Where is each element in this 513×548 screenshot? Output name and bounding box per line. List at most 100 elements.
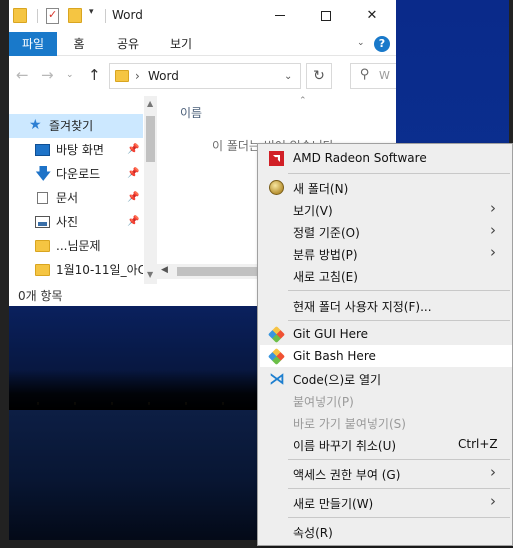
folder-icon — [35, 264, 50, 276]
menu-item-give-access[interactable]: 액세스 권한 부여 (G) › — [260, 462, 512, 484]
menu-item-label: 바로 가기 붙여넣기(S) — [293, 417, 406, 431]
menu-item-customize-folder[interactable]: 현재 폴더 사용자 지정(F)... — [260, 294, 512, 316]
menu-item-refresh[interactable]: 새로 고침(E) — [260, 264, 512, 286]
menu-item-label: 현재 폴더 사용자 지정(F)... — [293, 300, 432, 314]
nav-item-pictures[interactable]: 사진 📌 — [9, 210, 143, 234]
breadcrumb-word[interactable]: Word — [148, 69, 179, 83]
folder-icon[interactable] — [13, 8, 27, 23]
pin-icon: 📌 — [127, 216, 140, 227]
back-arrow-icon[interactable]: ← — [16, 66, 29, 84]
nav-item-documents[interactable]: 문서 📌 — [9, 186, 143, 210]
git-icon — [268, 348, 285, 365]
address-dropdown-icon[interactable]: ⌄ — [284, 71, 292, 82]
scroll-down-icon[interactable]: ▼ — [147, 270, 153, 279]
maximize-icon — [321, 10, 331, 21]
pin-icon: 📌 — [127, 168, 140, 179]
breadcrumb-chevron-icon[interactable]: › — [135, 69, 140, 83]
search-input[interactable]: ⚲ W — [350, 63, 396, 89]
menu-separator — [288, 290, 510, 291]
menu-separator — [288, 459, 510, 460]
pin-icon: 📌 — [127, 192, 140, 203]
scroll-left-icon[interactable]: ◀ — [161, 265, 168, 275]
sort-ascending-icon: ⌃ — [299, 96, 307, 106]
menu-item-new[interactable]: 새로 만들기(W) › — [260, 491, 512, 513]
search-placeholder: W — [379, 69, 390, 82]
menu-item-git-gui-here[interactable]: Git GUI Here — [260, 323, 512, 345]
expand-ribbon-icon[interactable]: ⌄ — [357, 38, 365, 48]
minimize-button[interactable] — [257, 0, 303, 32]
forward-arrow-icon[interactable]: → — [41, 66, 54, 84]
scrollbar-thumb[interactable] — [146, 116, 155, 162]
refresh-icon: ↻ — [313, 68, 325, 84]
new-folder-icon — [269, 180, 284, 195]
menu-item-label: 새로 고침(E) — [293, 270, 358, 284]
nav-item-desktop[interactable]: 바탕 화면 📌 — [9, 138, 143, 162]
menu-item-label: 붙여넣기(P) — [293, 395, 354, 409]
menu-item-git-bash-here[interactable]: Git Bash Here — [260, 345, 512, 367]
folder-icon — [35, 240, 50, 252]
submenu-arrow-icon: › — [490, 492, 496, 510]
navigation-pane: ★ 즐겨찾기 바탕 화면 📌 🡇 다운로드 📌 문서 📌 사진 📌 ...님문제 — [9, 96, 157, 284]
pictures-icon — [35, 216, 50, 228]
close-button[interactable]: ✕ — [349, 0, 395, 32]
menu-item-paste-shortcut[interactable]: 바로 가기 붙여넣기(S) — [260, 411, 512, 433]
menu-item-label: Code(으)로 열기 — [293, 373, 382, 387]
menu-item-group-by[interactable]: 분류 방법(P) › — [260, 242, 512, 264]
nav-item-label: 1월10-11일_아C — [56, 263, 143, 277]
item-count: 0개 항목 — [18, 289, 63, 303]
menu-item-open-with-code[interactable]: ⋊ Code(으)로 열기 — [260, 367, 512, 389]
menu-separator — [288, 173, 510, 174]
scroll-up-icon[interactable]: ▲ — [147, 99, 153, 108]
nav-item-label: ...님문제 — [56, 239, 101, 253]
menu-item-amd-radeon-software[interactable]: AMD Radeon Software — [260, 147, 512, 169]
menu-item-view[interactable]: 보기(V) › — [260, 198, 512, 220]
nav-item-folder[interactable]: ...님문제 — [9, 234, 143, 258]
submenu-arrow-icon: › — [490, 221, 496, 239]
menu-item-shortcut: Ctrl+Z — [458, 437, 498, 451]
screen-border-left — [0, 0, 9, 548]
menu-item-properties[interactable]: 속성(R) — [260, 520, 512, 542]
menu-item-undo-rename[interactable]: 이름 바꾸기 취소(U) Ctrl+Z — [260, 433, 512, 455]
close-icon: ✕ — [366, 8, 378, 23]
vscode-icon: ⋊ — [269, 369, 285, 388]
menu-item-label: 액세스 권한 부여 (G) — [293, 468, 401, 482]
git-icon — [268, 326, 285, 343]
menu-item-label: AMD Radeon Software — [293, 151, 427, 165]
nav-item-folder[interactable]: 1월10-11일_아C — [9, 258, 143, 282]
menu-item-sort-by[interactable]: 정렬 기준(O) › — [260, 220, 512, 242]
tab-file[interactable]: 파일 — [9, 32, 57, 56]
nav-item-label: 다운로드 — [56, 167, 101, 181]
amd-icon — [269, 151, 284, 166]
quick-access-dropdown-icon[interactable]: ▾ — [89, 7, 94, 17]
menu-item-paste[interactable]: 붙여넣기(P) — [260, 389, 512, 411]
properties-icon[interactable] — [46, 8, 59, 24]
nav-item-downloads[interactable]: 🡇 다운로드 📌 — [9, 162, 143, 186]
address-path-field[interactable]: › Word ⌄ — [109, 63, 301, 89]
menu-item-label: 분류 방법(P) — [293, 248, 358, 262]
nav-item-label: 문서 — [56, 191, 79, 205]
window-title: Word — [112, 8, 143, 22]
menu-separator — [288, 320, 510, 321]
up-arrow-icon[interactable]: ↑ — [88, 66, 101, 84]
title-separator — [105, 9, 106, 23]
nav-pane-scrollbar[interactable]: ▲ ▼ — [144, 96, 157, 284]
tab-home[interactable]: 홈 — [66, 32, 92, 56]
nav-item-label: 사진 — [56, 215, 79, 229]
column-header-name[interactable]: 이름 — [180, 104, 202, 121]
menu-separator — [288, 517, 510, 518]
nav-item-label: 바탕 화면 — [56, 143, 104, 157]
menu-item-label: 보기(V) — [293, 204, 333, 218]
scrollbar-thumb[interactable] — [177, 267, 257, 276]
tab-view[interactable]: 보기 — [163, 32, 199, 56]
menu-item-new-folder[interactable]: 새 폴더(N) — [260, 176, 512, 198]
help-button[interactable]: ? — [374, 36, 390, 52]
menu-item-label: 새로 만들기(W) — [293, 497, 374, 511]
nav-item-quick-access[interactable]: ★ 즐겨찾기 — [9, 114, 143, 138]
menu-item-label: 이름 바꾸기 취소(U) — [293, 439, 397, 453]
menu-item-label: Git Bash Here — [293, 349, 376, 363]
maximize-button[interactable] — [303, 0, 349, 32]
tab-share[interactable]: 공유 — [110, 32, 146, 56]
recent-locations-icon[interactable]: ⌄ — [66, 70, 74, 80]
refresh-button[interactable]: ↻ — [306, 63, 332, 89]
new-folder-icon[interactable] — [68, 8, 82, 23]
